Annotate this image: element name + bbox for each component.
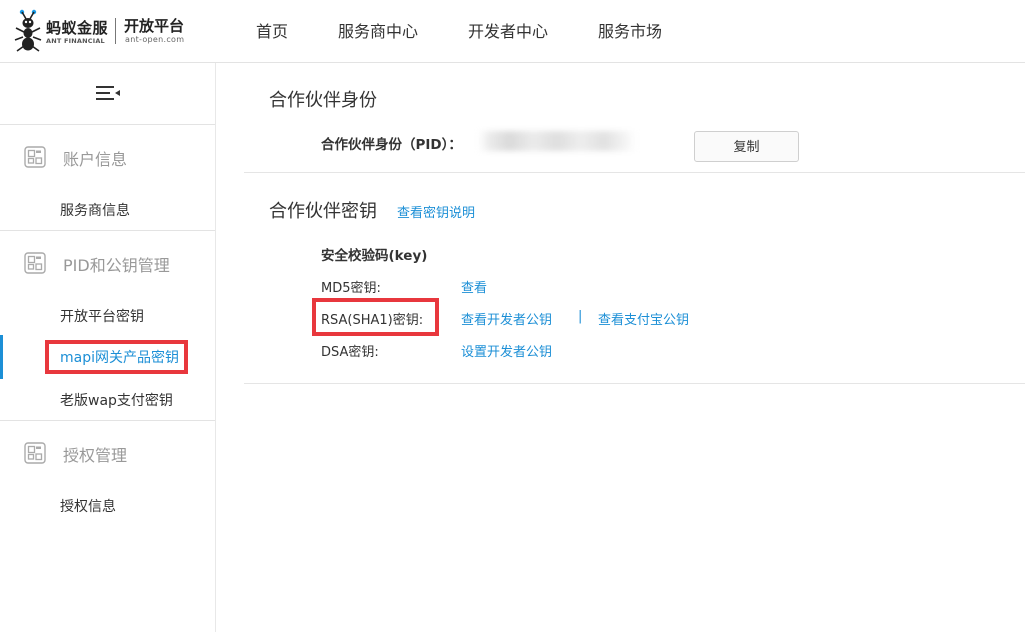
- nav-developer-center[interactable]: 开发者中心: [468, 18, 548, 42]
- view-alipay-public-key-link[interactable]: 查看支付宝公钥: [598, 309, 689, 328]
- sidebar-divider: [0, 230, 215, 231]
- md5-key-label: MD5密钥:: [321, 281, 381, 296]
- ant-logo-icon: [14, 9, 42, 52]
- sidebar: 账户信息 服务商信息 PID和公钥管理 开放平台密钥 mapi网关产品密钥 老版…: [0, 63, 216, 632]
- sidebar-item-provider-info[interactable]: 服务商信息: [60, 200, 130, 220]
- section-divider: [244, 383, 1025, 384]
- logo-platform-url: ant-open.com: [125, 35, 185, 44]
- partner-key-title: 合作伙伴密钥: [269, 201, 377, 222]
- link-separator: |: [578, 309, 583, 324]
- logo-text-cn: 蚂蚁金服: [46, 19, 109, 37]
- qr-code-icon: [24, 146, 46, 168]
- logo-divider: [115, 18, 116, 44]
- view-key-help-link[interactable]: 查看密钥说明: [397, 202, 475, 221]
- view-developer-public-key-link[interactable]: 查看开发者公钥: [461, 309, 552, 328]
- set-developer-public-key-link[interactable]: 设置开发者公钥: [461, 341, 552, 360]
- sidebar-group-authorization[interactable]: 授权管理: [0, 438, 215, 468]
- nav-service-market[interactable]: 服务市场: [598, 18, 662, 42]
- logo-text-en: ANT FINANCIAL: [46, 37, 105, 45]
- sidebar-item-open-platform-key[interactable]: 开放平台密钥: [60, 306, 144, 326]
- section-divider: [244, 172, 1025, 173]
- sidebar-divider: [0, 124, 215, 125]
- security-key-heading: 安全校验码(key): [321, 248, 428, 264]
- top-header: 蚂蚁金服 ANT FINANCIAL 开放平台 ant-open.com 首页 …: [0, 0, 1025, 63]
- sidebar-group-label: 账户信息: [63, 150, 128, 169]
- pid-value-redacted: [478, 131, 636, 151]
- highlight-box-rsa: [312, 298, 439, 336]
- menu-collapse-icon[interactable]: [95, 84, 121, 102]
- sidebar-group-label: PID和公钥管理: [63, 256, 170, 275]
- sidebar-group-account[interactable]: 账户信息: [0, 142, 215, 172]
- copy-pid-button[interactable]: 复制: [694, 131, 799, 162]
- sidebar-divider: [0, 420, 215, 421]
- sidebar-item-legacy-wap-key[interactable]: 老版wap支付密钥: [60, 390, 173, 410]
- nav-provider-center[interactable]: 服务商中心: [338, 18, 418, 42]
- partner-id-title: 合作伙伴身份: [269, 90, 377, 111]
- view-md5-key-link[interactable]: 查看: [461, 277, 487, 296]
- sidebar-active-indicator: [0, 335, 3, 379]
- sidebar-item-authorization-info[interactable]: 授权信息: [60, 496, 116, 516]
- pid-label: 合作伙伴身份（PID）：: [321, 137, 462, 153]
- qr-code-icon: [24, 442, 46, 464]
- highlight-box-sidebar: [45, 340, 188, 374]
- sidebar-group-pid-keys[interactable]: PID和公钥管理: [0, 248, 215, 278]
- qr-code-icon: [24, 252, 46, 274]
- logo-platform-title: 开放平台: [124, 17, 185, 35]
- sidebar-group-label: 授权管理: [63, 446, 128, 465]
- dsa-key-label: DSA密钥:: [321, 345, 379, 360]
- nav-home[interactable]: 首页: [256, 18, 288, 42]
